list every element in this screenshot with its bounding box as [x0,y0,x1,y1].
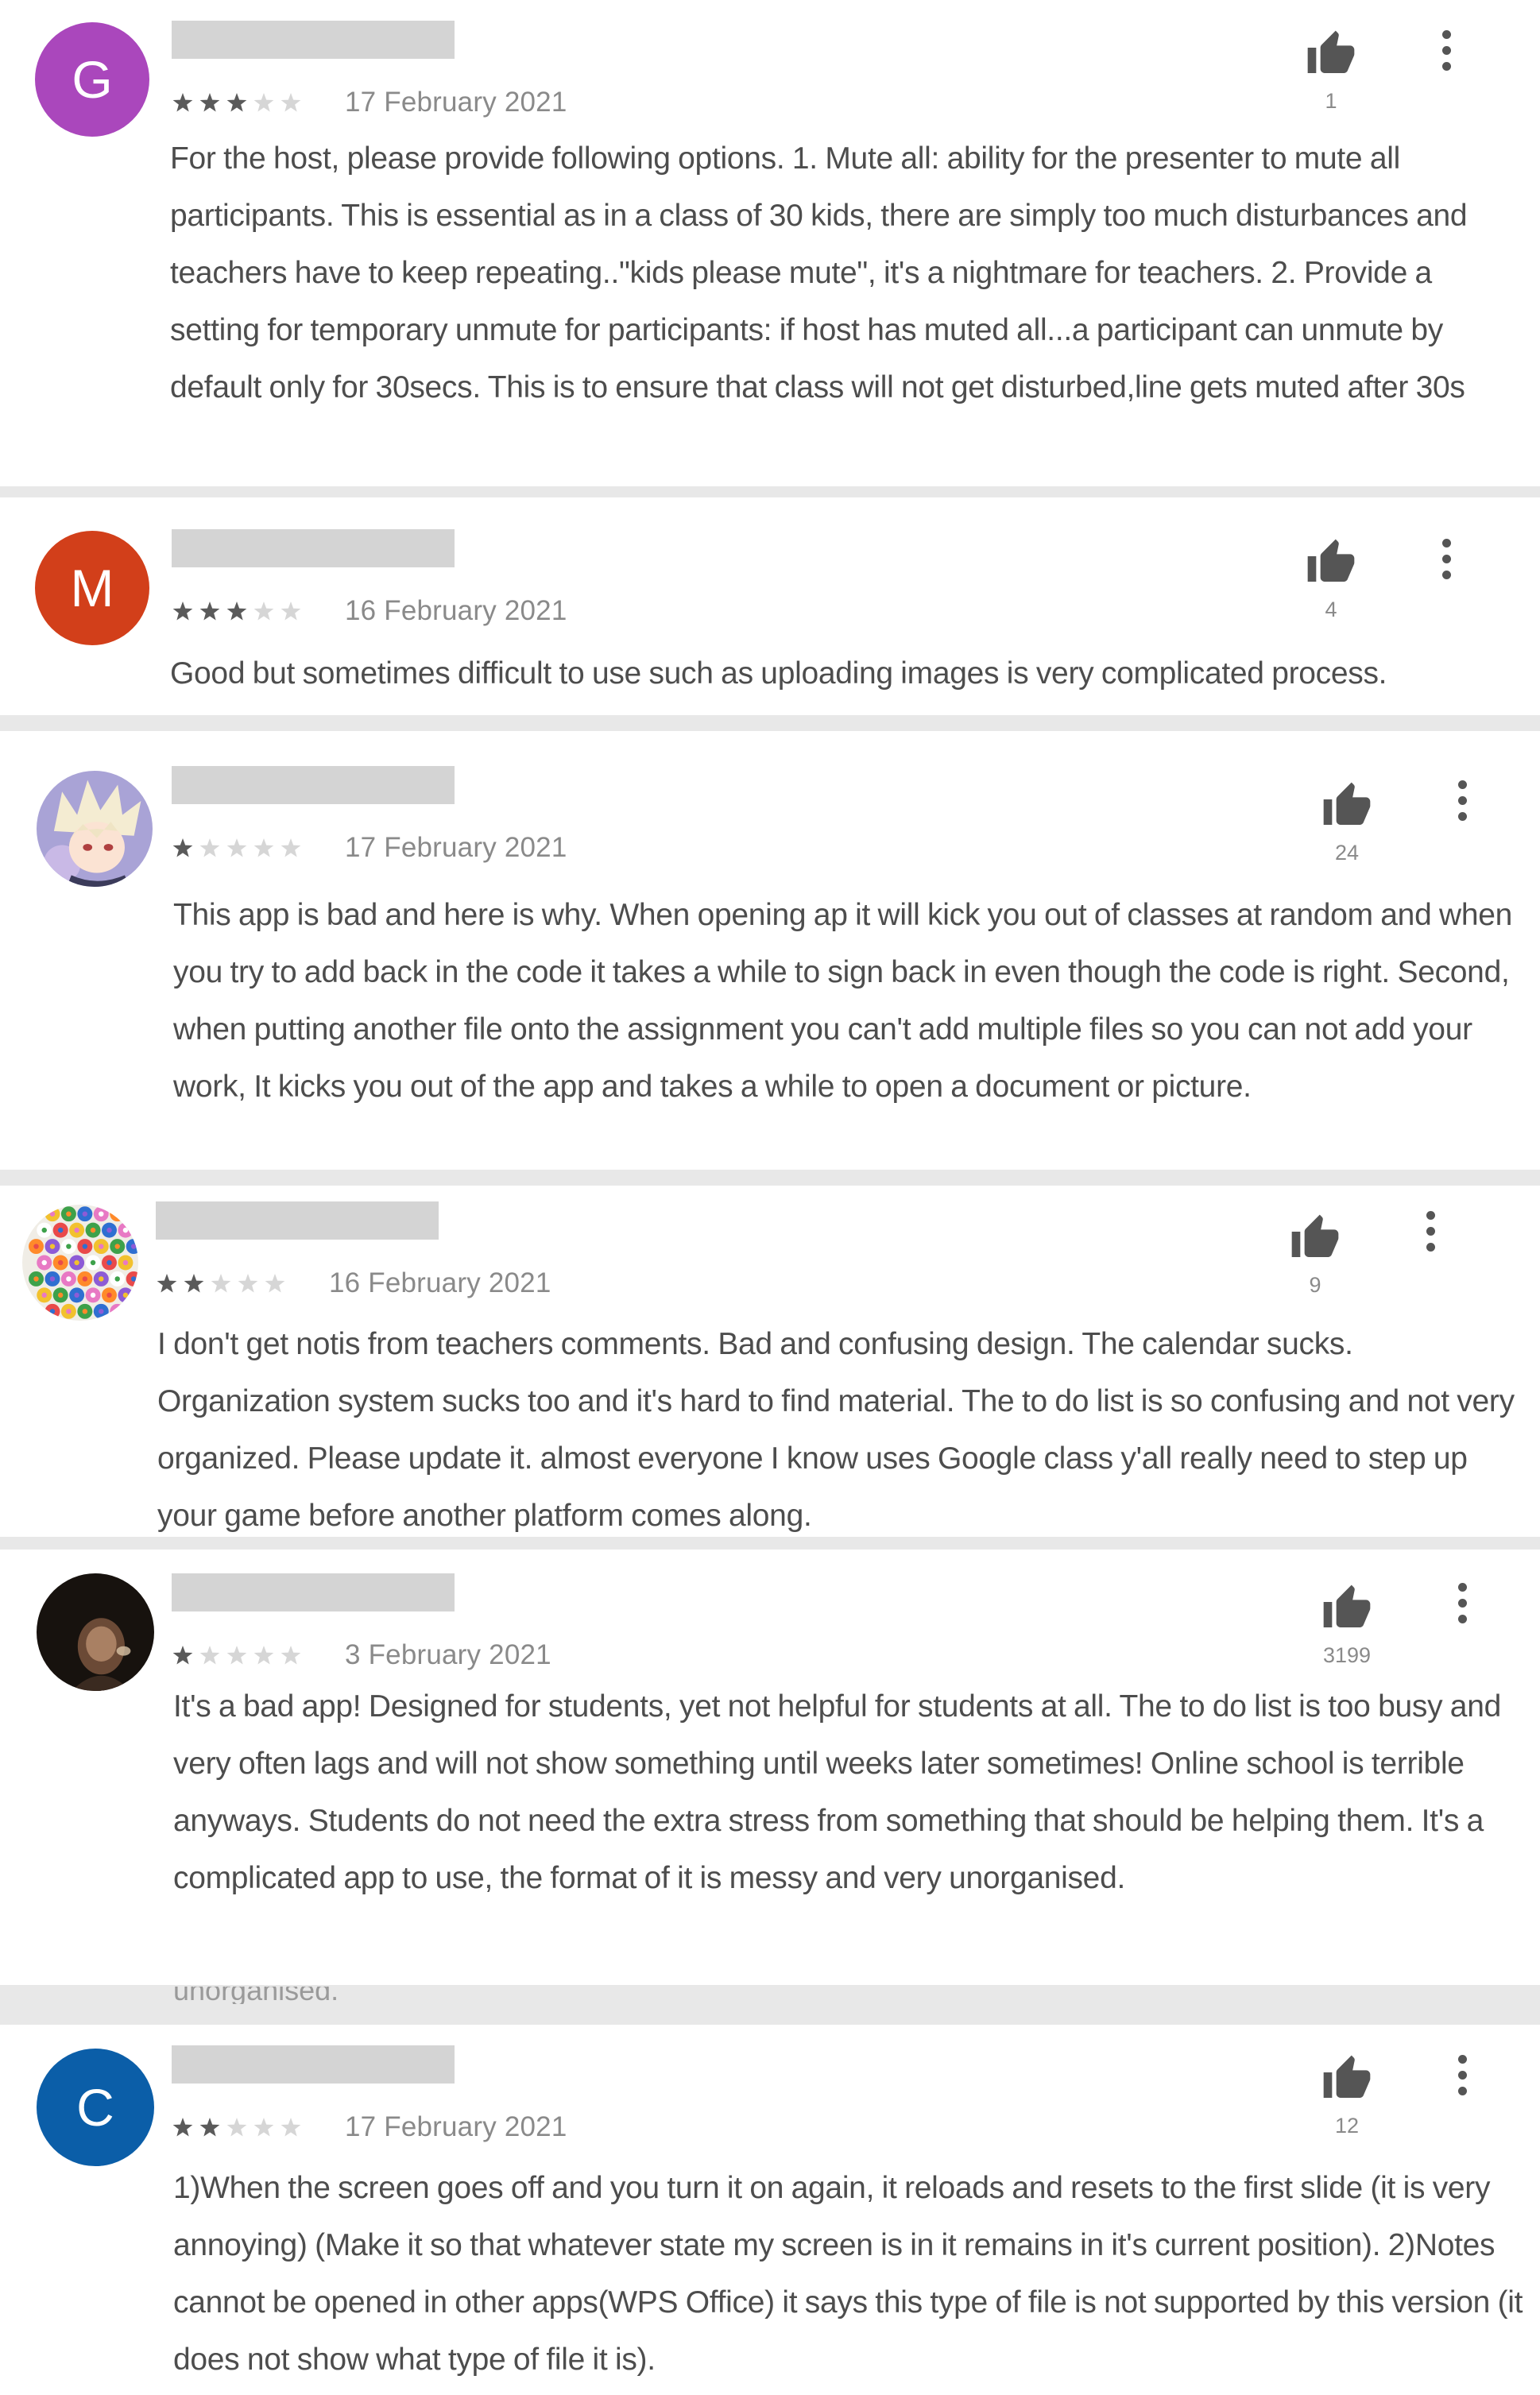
star-empty-icon [280,837,302,859]
reviewer-name-redacted [156,1201,439,1240]
reviewer-name-redacted [172,21,455,59]
reviewer-name-redacted [172,529,455,567]
star-empty-icon [253,2116,275,2138]
star-empty-icon [253,600,275,622]
star-empty-icon [280,600,302,622]
avatar-letter: M [70,559,114,617]
review-text: It's a bad app! Designed for students, y… [173,1689,1501,1895]
thumbs-up-icon[interactable] [1321,2053,1373,2104]
review-date: 17 February 2021 [345,87,567,118]
thumbs-up-icon[interactable] [1305,29,1357,79]
review-card: C 17 February 2021 12 1)When the screen goe… [0,2025,1540,2395]
review-divider [0,1537,1540,1550]
review-date: 3 February 2021 [345,1639,551,1670]
review-card: 17 February 2021 24 This app is bad and he… [0,731,1540,1170]
star-filled-icon [183,1272,205,1294]
star-filled-icon [172,600,194,622]
avatar-letter: C [76,2078,114,2137]
avatar[interactable] [37,771,153,887]
reviews-list: G 17 February 2021 1 For the host, please p… [0,0,1540,2395]
more-vertical-icon[interactable] [1454,1583,1470,1627]
star-rating [172,834,307,861]
helpful-count: 1 [1325,89,1337,113]
thumbs-up-icon[interactable] [1305,537,1357,588]
star-empty-icon [280,2116,302,2138]
star-empty-icon [253,1644,275,1666]
star-rating [172,2114,307,2141]
review-date: 17 February 2021 [345,832,567,863]
star-empty-icon [226,2116,248,2138]
review-card: 16 February 2021 9 I don't get notis from … [0,1186,1540,1537]
star-filled-icon [199,91,221,114]
flower-ball-avatar-icon [22,1205,138,1321]
review-text: I don't get notis from teachers comments… [157,1327,1515,1533]
star-empty-icon [253,91,275,114]
dark-photo-avatar-icon [37,1573,154,1691]
star-rating [172,1642,307,1669]
star-filled-icon [199,2116,221,2138]
thumbs-up-icon[interactable] [1321,1583,1373,1634]
avatar[interactable]: M [35,531,149,645]
star-rating [172,598,307,625]
star-empty-icon [210,1272,232,1294]
avatar[interactable] [37,1573,154,1691]
star-filled-icon [156,1272,178,1294]
star-empty-icon [226,1644,248,1666]
star-filled-icon [172,91,194,114]
avatar[interactable]: C [37,2049,154,2166]
thumbs-up-icon[interactable] [1289,1213,1341,1263]
more-vertical-icon[interactable] [1454,2055,1470,2099]
more-vertical-icon[interactable] [1438,539,1454,583]
review-divider [0,1170,1540,1186]
avatar[interactable]: G [35,22,149,137]
helpful-count: 4 [1325,598,1337,621]
thumbs-up-icon[interactable] [1321,780,1373,831]
star-empty-icon [253,837,275,859]
star-rating [172,89,307,116]
review-card: M 16 February 2021 4 Good but sometimes dif… [0,497,1540,715]
review-text: 1)When the screen goes off and you turn … [173,2171,1523,2377]
avatar-letter: G [72,50,113,109]
star-filled-icon [172,2116,194,2138]
reviewer-name-redacted [172,1573,455,1611]
star-empty-icon [199,1644,221,1666]
star-empty-icon [264,1272,286,1294]
review-divider [0,715,1540,731]
avatar[interactable] [22,1205,138,1321]
reviewer-name-redacted [172,2045,455,2084]
more-vertical-icon[interactable] [1454,780,1470,825]
review-date: 16 February 2021 [329,1267,551,1298]
star-empty-icon [199,837,221,859]
more-vertical-icon[interactable] [1438,30,1454,75]
review-date: 16 February 2021 [345,595,567,626]
star-empty-icon [280,1644,302,1666]
helpful-count: 24 [1334,841,1360,865]
review-date: 17 February 2021 [345,2111,567,2142]
star-filled-icon [226,600,248,622]
review-card: G 17 February 2021 1 For the host, please p… [0,0,1540,486]
star-filled-icon [199,600,221,622]
star-empty-icon [280,91,302,114]
more-vertical-icon[interactable] [1422,1211,1438,1256]
review-text: For the host, please provide following o… [170,141,1468,404]
star-filled-icon [172,837,194,859]
review-text: Good but sometimes difficult to use such… [170,656,1387,691]
anime-character-avatar-icon [37,771,153,887]
review-card: 3 February 2021 3199 It's a bad app! Desig… [0,1550,1540,1985]
star-empty-icon [226,837,248,859]
helpful-count: 3199 [1322,1643,1372,1667]
star-rating [156,1270,291,1297]
star-filled-icon [172,1644,194,1666]
helpful-count: 9 [1309,1273,1321,1297]
review-text: This app is bad and here is why. When op… [173,898,1513,1104]
star-filled-icon [226,91,248,114]
star-empty-icon [237,1272,259,1294]
helpful-count: 12 [1334,2114,1360,2138]
scroll-artifact-text: unorganised. [173,1987,339,2004]
reviewer-name-redacted [172,766,455,804]
review-divider [0,486,1540,497]
